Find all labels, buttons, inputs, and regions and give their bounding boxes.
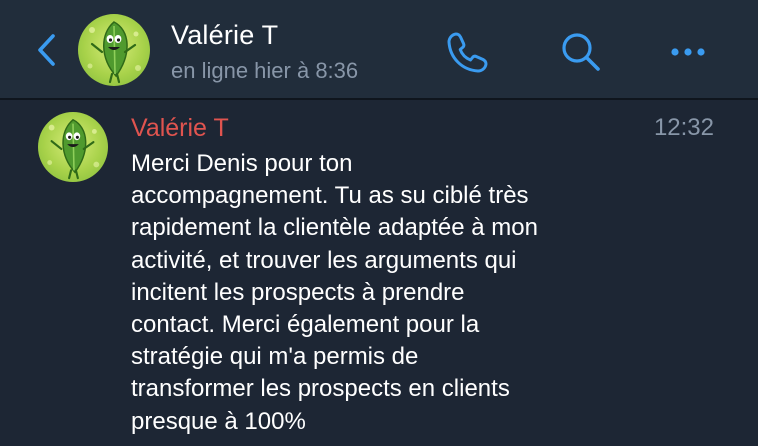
message-line: transformer les prospects en clients [131, 375, 510, 403]
more-icon [671, 48, 705, 56]
search-icon [562, 33, 600, 71]
sender-avatar[interactable] [38, 112, 108, 182]
contact-name[interactable]: Valérie T [171, 20, 278, 51]
message-line: rapidement la clientèle adaptée à mon [131, 214, 538, 242]
message-line: contact. Merci également pour la [131, 311, 480, 339]
chevron-left-icon [38, 34, 55, 66]
leaf-mascot-icon [47, 118, 100, 180]
back-button[interactable] [30, 30, 64, 70]
message-line: presque à 100% [131, 407, 306, 435]
message-line: incitent les prospects à prendre [131, 278, 465, 306]
more-button[interactable] [664, 28, 712, 76]
message-text: Merci Denis pour ton accompagnement. Tu … [131, 148, 601, 438]
contact-status: en ligne hier à 8:36 [171, 58, 359, 83]
chat-header: Valérie T en ligne hier à 8:36 [0, 0, 758, 100]
message-line: stratégie qui m'a permis de [131, 343, 419, 371]
message-item[interactable]: Valérie T 12:32 Merci Denis pour ton acc… [0, 100, 758, 446]
sender-name[interactable]: Valérie T [131, 114, 229, 143]
call-button[interactable] [444, 28, 492, 76]
message-line: activité, et trouver les arguments qui [131, 246, 517, 274]
chat-screen: Valérie T en ligne hier à 8:36 Valérie T… [0, 0, 758, 446]
phone-icon [447, 32, 488, 73]
leaf-mascot-icon [87, 21, 141, 84]
message-line: Merci Denis pour ton [131, 150, 353, 177]
search-button[interactable] [557, 28, 605, 76]
message-line: accompagnement. Tu as su ciblé très [131, 182, 529, 210]
message-time: 12:32 [653, 114, 714, 141]
contact-avatar[interactable] [78, 14, 150, 86]
